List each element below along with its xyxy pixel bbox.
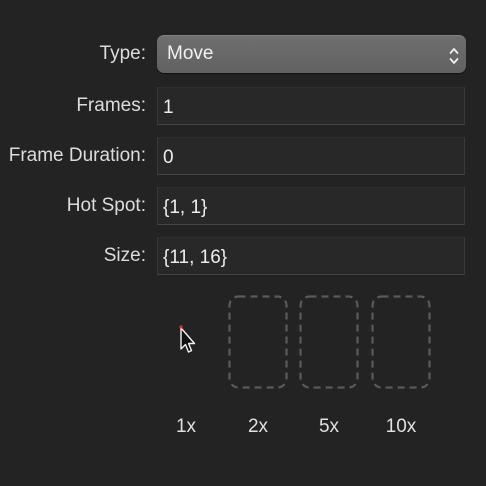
size-field[interactable]: {11, 16} — [157, 237, 465, 275]
frames-row: Frames: 1 — [0, 87, 486, 125]
frame-duration-row: Frame Duration: 0 — [0, 137, 486, 175]
scale-label-5x: 5x — [318, 416, 340, 437]
cursor-inspector-panel: Type: Move Frames: 1 Frame Duration: 0 H… — [0, 0, 486, 486]
hot-spot-row: Hot Spot: {1, 1} — [0, 187, 486, 225]
arrow-cursor-icon — [179, 325, 196, 353]
cursor-preview-10x — [371, 295, 431, 389]
frames-field[interactable]: 1 — [157, 87, 465, 125]
size-label: Size: — [103, 245, 146, 266]
hot-spot-field[interactable]: {1, 1} — [157, 187, 465, 225]
type-row: Type: Move — [0, 35, 486, 73]
type-label: Type: — [99, 43, 146, 64]
hotspot-marker — [179, 325, 183, 329]
size-row: Size: {11, 16} — [0, 237, 486, 275]
scale-label-1x: 1x — [175, 416, 197, 437]
cursor-preview-5x — [299, 295, 359, 389]
frame-duration-field[interactable]: 0 — [157, 137, 465, 175]
frame-duration-label: Frame Duration: — [8, 145, 146, 166]
cursor-preview-2x — [228, 295, 288, 389]
type-select[interactable]: Move — [157, 35, 466, 73]
scale-label-10x: 10x — [385, 416, 417, 437]
chevron-up-down-icon — [448, 43, 460, 65]
cursor-preview-1x — [176, 323, 200, 359]
type-select-value: Move — [167, 43, 214, 64]
frames-label: Frames: — [76, 95, 146, 116]
hot-spot-label: Hot Spot: — [66, 195, 146, 216]
scale-label-2x: 2x — [247, 416, 269, 437]
